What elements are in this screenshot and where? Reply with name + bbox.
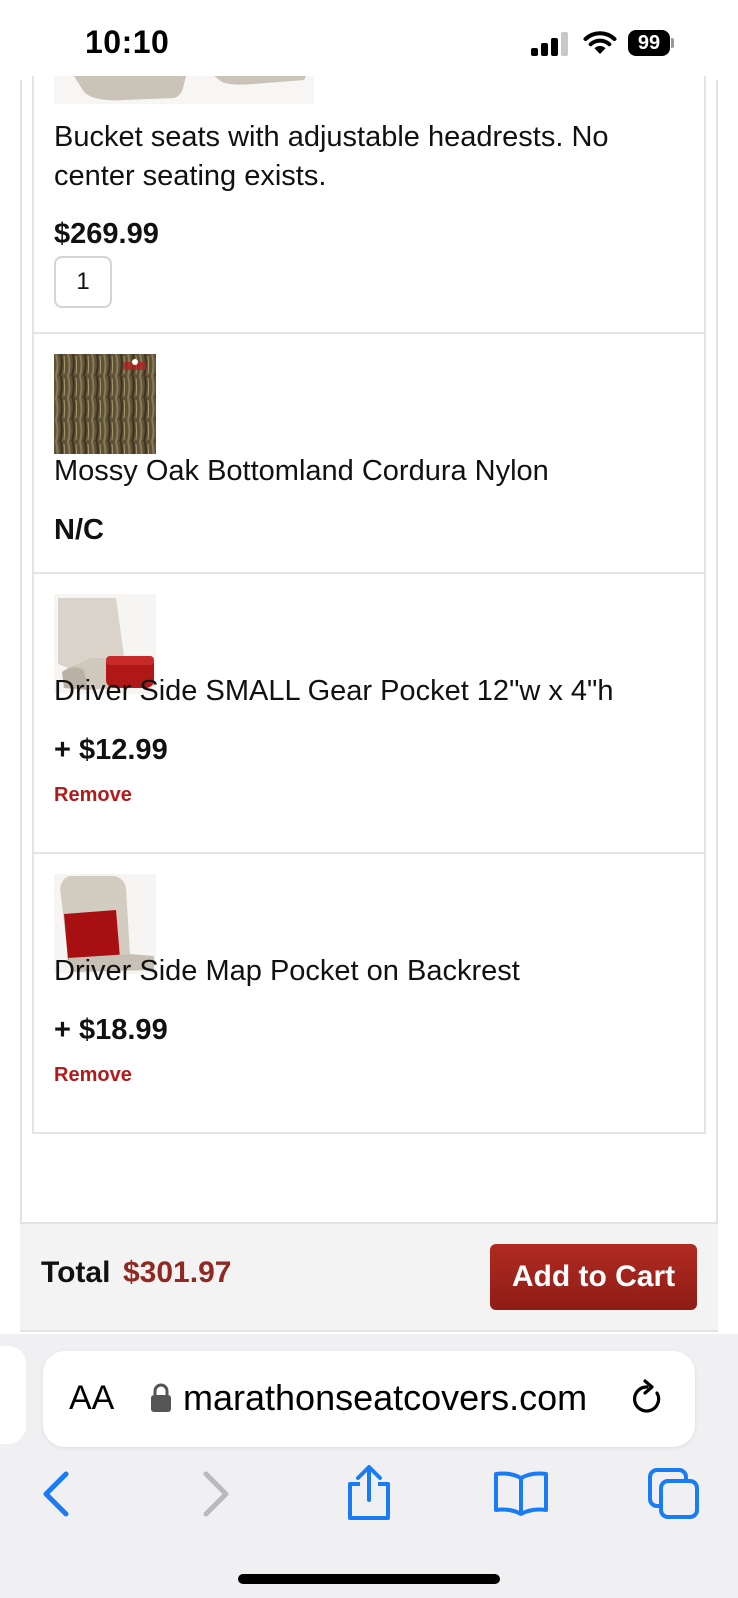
lock-icon: [151, 1383, 171, 1412]
reload-icon[interactable]: [629, 1379, 665, 1417]
address-bar[interactable]: AA marathonseatcovers.com: [43, 1351, 695, 1447]
bookmarks-icon[interactable]: [492, 1470, 550, 1516]
total-label: Total: [41, 1256, 111, 1289]
share-icon[interactable]: [344, 1464, 394, 1522]
list-item: Mossy Oak Bottomland Cordura Nylon N/C: [32, 332, 706, 574]
signal-icon: [531, 32, 573, 56]
item-title: Driver Side Map Pocket on Backrest: [54, 955, 520, 987]
remove-link[interactable]: Remove: [54, 784, 132, 807]
item-price: N/C: [54, 514, 104, 546]
forward-icon[interactable]: [200, 1470, 232, 1518]
add-to-cart-button[interactable]: Add to Cart: [490, 1244, 697, 1310]
item-title: Driver Side SMALL Gear Pocket 12"w x 4"h: [54, 675, 614, 707]
total-price: $301.97: [123, 1256, 232, 1289]
back-icon[interactable]: [40, 1470, 72, 1518]
seat-thumbnail: [54, 76, 314, 104]
fabric-swatch-image: [54, 354, 156, 454]
quantity-field[interactable]: 1: [54, 256, 112, 308]
previous-tab-card[interactable]: [0, 1346, 26, 1444]
remove-link[interactable]: Remove: [54, 1064, 132, 1087]
status-time: 10:10: [85, 24, 170, 60]
reader-settings-button[interactable]: AA: [69, 1379, 114, 1418]
item-price: $269.99: [54, 218, 159, 250]
cart-summary-bar: Total $301.97 Add to Cart: [20, 1222, 718, 1332]
list-item: Driver Side SMALL Gear Pocket 12"w x 4"h…: [32, 572, 706, 854]
battery-level: 99: [628, 30, 670, 56]
tabs-icon[interactable]: [648, 1468, 700, 1520]
battery-icon: 99: [628, 30, 674, 56]
url-text: marathonseatcovers.com: [183, 1377, 588, 1418]
status-bar: 10:10 99: [0, 0, 738, 82]
list-item: Driver Side Map Pocket on Backrest + $18…: [32, 852, 706, 1134]
browser-toolbar: AA marathonseatcovers.com: [0, 1334, 738, 1598]
item-title: Mossy Oak Bottomland Cordura Nylon: [54, 455, 549, 487]
home-indicator[interactable]: [238, 1574, 500, 1584]
wifi-icon: [583, 31, 617, 54]
item-price: + $12.99: [54, 734, 168, 766]
item-price: + $18.99: [54, 1014, 168, 1046]
item-title: Bucket seats with adjustable headrests. …: [54, 121, 609, 192]
